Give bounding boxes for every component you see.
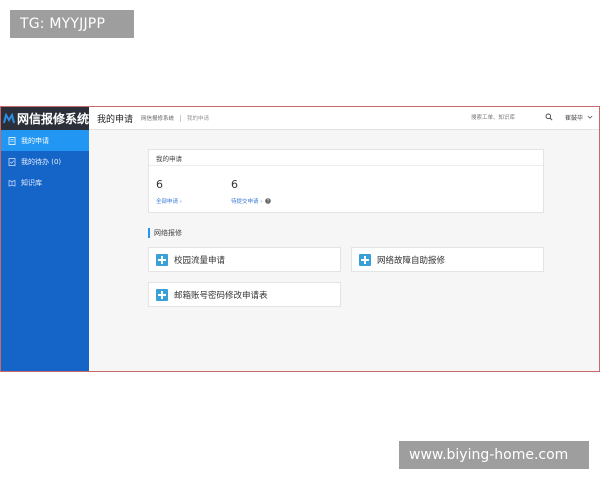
service-label: 邮箱账号密码修改申请表 xyxy=(174,290,268,301)
app-logo: 网信报修系统 xyxy=(1,107,89,130)
sidebar-item-knowledge-base[interactable]: 知识库 xyxy=(1,172,89,193)
search-icon[interactable] xyxy=(545,113,553,121)
sidebar: 网信报修系统 我的申请 我的待办 (0) 知识库 xyxy=(1,107,89,371)
logo-mark-icon xyxy=(3,112,15,123)
app-window: 网信报修系统 我的申请 我的待办 (0) 知识库 我的申请 网信报修系统 我的申… xyxy=(0,106,600,372)
main-content: 我的申请 6 全部申请 › 6 待提交申请 › ? 网络报修 校园流量申请 网络… xyxy=(89,130,599,371)
stat-link-label: 待提交申请 › xyxy=(231,199,263,205)
logo-text: 网信报修系统 xyxy=(16,112,89,126)
all-requests-link[interactable]: 全部申请 › xyxy=(156,197,182,205)
service-label: 校园流量申请 xyxy=(174,255,226,266)
book-icon xyxy=(8,179,16,186)
summary-card-title: 我的申请 xyxy=(149,150,543,166)
summary-card: 我的申请 6 全部申请 › 6 待提交申请 › ? xyxy=(148,149,544,213)
sidebar-item-label: 知识库 xyxy=(21,178,42,187)
service-label: 网络故障自助报修 xyxy=(377,255,446,266)
todo-icon xyxy=(8,157,16,166)
breadcrumb-divider xyxy=(180,114,182,122)
pending-requests-link[interactable]: 待提交申请 › ? xyxy=(231,197,272,205)
service-email-password-change[interactable]: 邮箱账号密码修改申请表 xyxy=(148,282,341,307)
document-icon xyxy=(8,136,16,145)
stat-value: 6 xyxy=(231,178,238,191)
plus-icon xyxy=(359,253,371,266)
top-bar: 我的申请 网信报修系统 我的申请 崔鼓毕 xyxy=(89,107,599,130)
stat-all-requests: 6 全部申请 › xyxy=(156,178,182,205)
sidebar-item-label: 我的申请 xyxy=(21,136,49,145)
help-icon[interactable]: ? xyxy=(265,198,272,204)
service-network-fault-report[interactable]: 网络故障自助报修 xyxy=(351,247,544,272)
stat-value: 6 xyxy=(156,178,163,191)
plus-icon xyxy=(156,288,168,301)
breadcrumb-root[interactable]: 网信报修系统 xyxy=(141,114,174,122)
watermark-bottom: www.biying-home.com xyxy=(399,441,589,469)
sidebar-item-my-todo[interactable]: 我的待办 (0) xyxy=(1,151,89,172)
page-title: 我的申请 xyxy=(97,114,134,125)
section-title-network-repair: 网络报修 xyxy=(148,228,182,238)
stat-link-label: 全部申请 › xyxy=(156,199,182,205)
user-name[interactable]: 崔鼓毕 xyxy=(565,113,583,122)
watermark-top: TG: MYYJJPP xyxy=(10,10,134,38)
chevron-down-icon[interactable] xyxy=(587,114,593,120)
service-campus-traffic[interactable]: 校园流量申请 xyxy=(148,247,341,272)
plus-icon xyxy=(156,253,168,266)
sidebar-item-my-requests[interactable]: 我的申请 xyxy=(1,130,89,151)
sidebar-item-label: 我的待办 (0) xyxy=(21,157,62,166)
search-input[interactable] xyxy=(471,113,551,123)
breadcrumb-current: 我的申请 xyxy=(187,116,210,122)
stat-pending-requests: 6 待提交申请 › ? xyxy=(231,178,272,205)
svg-text:?: ? xyxy=(267,198,269,203)
